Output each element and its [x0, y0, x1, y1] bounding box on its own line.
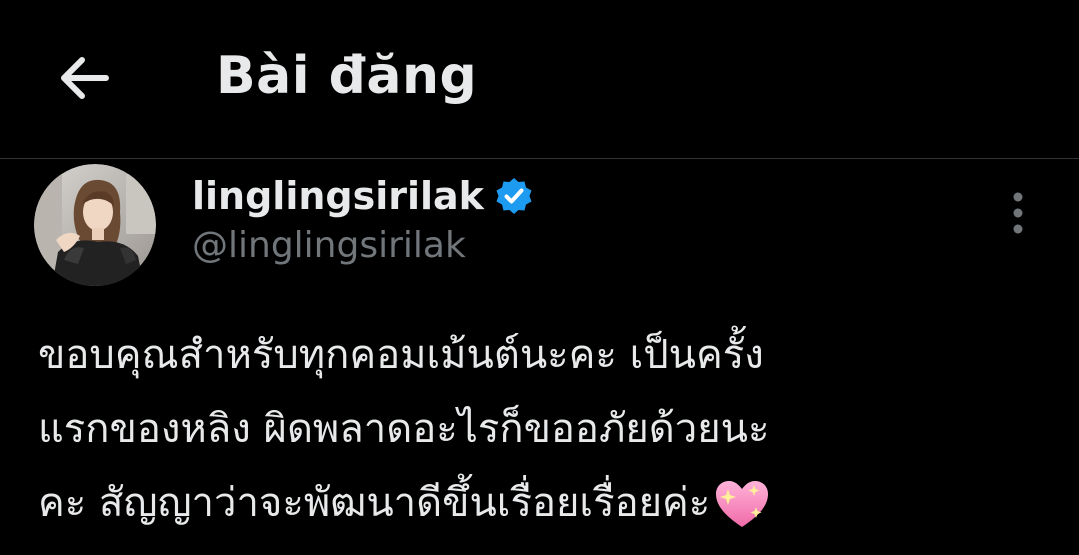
vertical-ellipsis-icon [1013, 192, 1023, 234]
author-name-row: linglingsirilak [192, 170, 534, 222]
author-handle[interactable]: @linglingsirilak [192, 225, 466, 266]
post-body: ขอบคุณสำหรับทุกคอมเม้นต์นะคะ เป็นครั้ง แ… [38, 318, 1048, 540]
verified-badge-icon [496, 178, 532, 214]
avatar[interactable] [34, 164, 156, 286]
profile-photo [34, 164, 156, 286]
display-name[interactable]: linglingsirilak [192, 174, 484, 218]
more-options-button[interactable] [996, 188, 1040, 238]
page-title: Bài đăng [216, 46, 478, 106]
back-button[interactable] [52, 48, 116, 108]
arrow-left-icon [61, 57, 109, 99]
header-divider [0, 158, 1079, 159]
top-bar: Bài đăng [0, 0, 1079, 158]
sparkling-heart-icon [716, 481, 769, 527]
post-text: ขอบคุณสำหรับทุกคอมเม้นต์นะคะ เป็นครั้ง แ… [38, 332, 770, 526]
